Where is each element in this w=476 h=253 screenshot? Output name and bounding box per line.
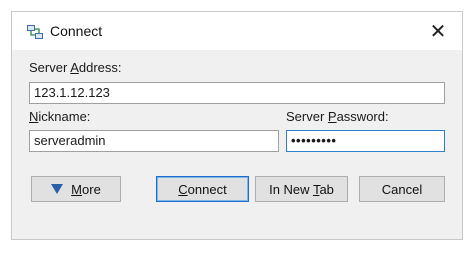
nickname-input[interactable]: serveradmin bbox=[29, 130, 279, 152]
server-password-input[interactable]: ••••••••• bbox=[286, 130, 445, 152]
server-address-input[interactable]: 123.1.12.123 bbox=[29, 82, 445, 104]
title-bar[interactable]: Connect ✕ bbox=[12, 12, 462, 50]
connect-button-label: Connect bbox=[178, 181, 227, 197]
nickname-label: Nickname: bbox=[29, 109, 91, 124]
cancel-button[interactable]: Cancel bbox=[359, 176, 445, 202]
password-mask: ••••••••• bbox=[291, 133, 337, 148]
server-password-label: Server Password: bbox=[286, 109, 389, 124]
new-tab-button[interactable]: In New Tab bbox=[255, 176, 348, 202]
dialog-content: Server Address: 123.1.12.123 Nickname: s… bbox=[12, 50, 462, 239]
new-tab-button-label: In New Tab bbox=[269, 181, 334, 197]
connect-dialog: Connect ✕ Server Address: 123.1.12.123 N… bbox=[11, 11, 463, 240]
connect-button[interactable]: Connect bbox=[156, 176, 249, 202]
more-button-label: More bbox=[71, 181, 101, 197]
server-address-label: Server Address: bbox=[29, 60, 122, 75]
more-button[interactable]: More bbox=[31, 176, 121, 202]
network-connect-icon bbox=[27, 25, 43, 39]
window-title: Connect bbox=[50, 23, 103, 39]
close-icon[interactable]: ✕ bbox=[425, 18, 451, 44]
triangle-down-icon bbox=[51, 184, 64, 194]
